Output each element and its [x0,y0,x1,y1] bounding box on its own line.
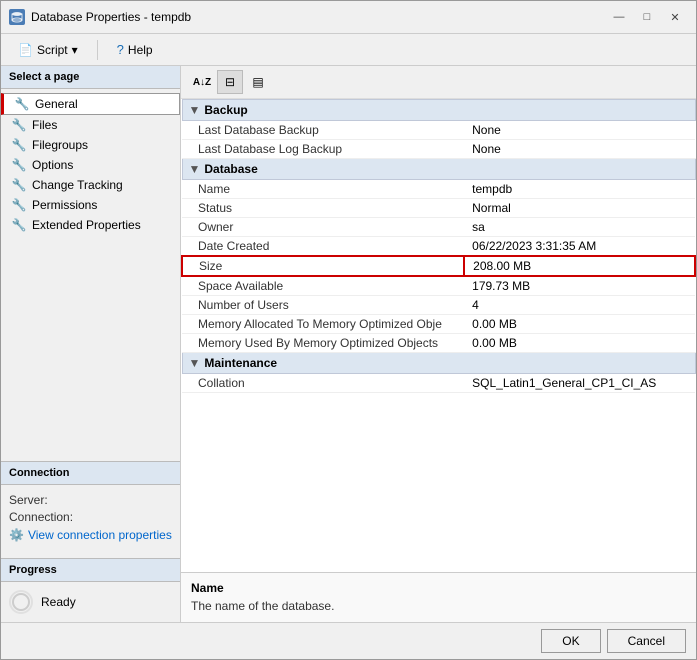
help-icon: ? [117,42,124,57]
sidebar-item-options[interactable]: 🔧 Options [1,155,180,175]
sort-cat-icon: ⊟ [225,75,235,89]
table-row[interactable]: Memory Allocated To Memory Optimized Obj… [182,315,695,334]
description-title: Name [191,581,686,595]
sidebar: Select a page 🔧 General 🔧 Files 🔧 Filegr… [1,66,181,622]
connection-section: Connection Server: Connection: ⚙️ View c… [1,461,180,550]
table-row[interactable]: Memory Used By Memory Optimized Objects0… [182,334,695,353]
connection-header: Connection [1,461,180,485]
sidebar-item-change-tracking[interactable]: 🔧 Change Tracking [1,175,180,195]
title-bar-text: Database Properties - tempdb [31,10,191,24]
db-icon [9,9,25,25]
progress-header: Progress [1,558,180,582]
wrench-icon: 🔧 [14,97,30,111]
change-tracking-icon: 🔧 [11,178,27,192]
minimize-button[interactable]: — [606,7,632,27]
table-row[interactable]: Size208.00 MB [182,256,695,276]
cancel-button[interactable]: Cancel [607,629,686,653]
progress-status: Ready [41,595,76,609]
description-panel: Name The name of the database. [181,572,696,622]
filegroups-icon: 🔧 [11,138,27,152]
sidebar-item-extended-properties[interactable]: 🔧 Extended Properties [1,215,180,235]
properties-grid: ▼BackupLast Database BackupNoneLast Data… [181,99,696,393]
progress-spinner [9,590,33,614]
section-row: ▼Maintenance [182,353,695,374]
close-button[interactable]: ✕ [662,7,688,27]
sort-category-button[interactable]: ⊟ [217,70,243,94]
view-connection-link[interactable]: ⚙️ View connection properties [9,528,172,542]
main-window: Database Properties - tempdb — □ ✕ 📄 Scr… [0,0,697,660]
script-button[interactable]: 📄 Script ▾ [9,39,87,61]
maximize-button[interactable]: □ [634,7,660,27]
main-toolbar: 📄 Script ▾ ? Help [1,34,696,66]
sidebar-item-files[interactable]: 🔧 Files [1,115,180,135]
table-row[interactable]: Last Database BackupNone [182,121,695,140]
custom-button[interactable]: ▤ [245,70,271,94]
table-row[interactable]: Space Available179.73 MB [182,276,695,296]
section-row: ▼Database [182,159,695,180]
sort-alpha-button[interactable]: A↓Z [189,70,215,94]
connection-content: Server: Connection: ⚙️ View connection p… [1,485,180,550]
table-row[interactable]: Number of Users4 [182,296,695,315]
sidebar-header: Select a page [1,66,180,89]
description-text: The name of the database. [191,599,686,613]
extended-properties-icon: 🔧 [11,218,27,232]
title-bar-controls: — □ ✕ [606,7,688,27]
table-row[interactable]: Nametempdb [182,180,695,199]
property-table: ▼BackupLast Database BackupNoneLast Data… [181,99,696,572]
server-label: Server: [9,493,172,507]
table-row[interactable]: StatusNormal [182,199,695,218]
table-row[interactable]: Last Database Log BackupNone [182,140,695,159]
table-row[interactable]: Date Created06/22/2023 3:31:35 AM [182,237,695,257]
title-bar-left: Database Properties - tempdb [9,9,191,25]
toolbar-divider [97,40,98,60]
main-area: Select a page 🔧 General 🔧 Files 🔧 Filegr… [1,66,696,622]
script-dropdown-icon: ▾ [72,43,78,57]
sidebar-item-permissions[interactable]: 🔧 Permissions [1,195,180,215]
property-toolbar: A↓Z ⊟ ▤ [181,66,696,99]
progress-section: Progress Ready [1,558,180,622]
help-button[interactable]: ? Help [108,38,162,61]
section-row: ▼Backup [182,100,695,121]
ok-button[interactable]: OK [541,629,600,653]
progress-content: Ready [1,582,180,622]
sidebar-item-filegroups[interactable]: 🔧 Filegroups [1,135,180,155]
sidebar-item-general[interactable]: 🔧 General [1,93,180,115]
permissions-icon: 🔧 [11,198,27,212]
connection-link-icon: ⚙️ [9,528,24,542]
options-icon: 🔧 [11,158,27,172]
content-area: A↓Z ⊟ ▤ ▼BackupLast Database Backup [181,66,696,622]
custom-icon: ▤ [252,75,263,89]
sidebar-items: 🔧 General 🔧 Files 🔧 Filegroups 🔧 Options… [1,89,180,453]
table-row[interactable]: CollationSQL_Latin1_General_CP1_CI_AS [182,374,695,393]
connection-label: Connection: [9,510,172,524]
table-row[interactable]: Ownersa [182,218,695,237]
sort-alpha-icon: A↓Z [193,77,211,88]
title-bar: Database Properties - tempdb — □ ✕ [1,1,696,34]
footer: OK Cancel [1,622,696,659]
files-icon: 🔧 [11,118,27,132]
script-icon: 📄 [18,43,33,57]
